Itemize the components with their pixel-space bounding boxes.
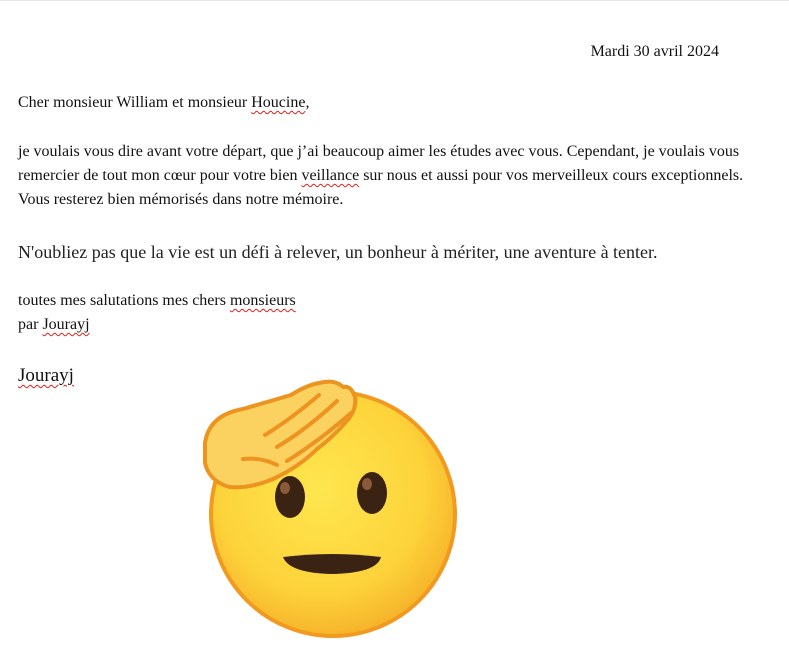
greeting-suffix: , [305, 94, 310, 111]
signature: Jourayj [18, 364, 74, 388]
byline: par Jourayj [18, 313, 90, 337]
body-paragraph: je voulais vous dire avant votre départ,… [18, 140, 774, 212]
flagged-word-veillance[interactable]: veillance [301, 167, 359, 184]
letter-date: Mardi 30 avril 2024 [590, 43, 719, 60]
byline-prefix: par [18, 316, 43, 333]
greeting-line: Cher monsieur William et monsieur Houcin… [18, 91, 309, 115]
greeting-prefix: Cher monsieur William et monsieur [18, 94, 252, 111]
closing-prefix: toutes mes salutations mes chers [18, 292, 230, 309]
emoji-left-eye [275, 476, 305, 518]
greeting-name[interactable]: Houcine [251, 94, 305, 111]
byline-name[interactable]: Jourayj [42, 316, 89, 333]
saluting-face-emoji-icon [203, 379, 457, 638]
quote-line: N'oubliez pas que la vie est un défi à r… [18, 242, 658, 262]
closing-line: toutes mes salutations mes chers monsieu… [18, 289, 296, 313]
page-top-border [0, 0, 789, 1]
signature-name[interactable]: Jourayj [18, 365, 74, 386]
document-page: Mardi 30 avril 2024 Cher monsieur Willia… [0, 0, 789, 661]
flagged-word-monsieurs[interactable]: monsieurs [230, 292, 296, 309]
emoji-right-eye [357, 472, 387, 514]
